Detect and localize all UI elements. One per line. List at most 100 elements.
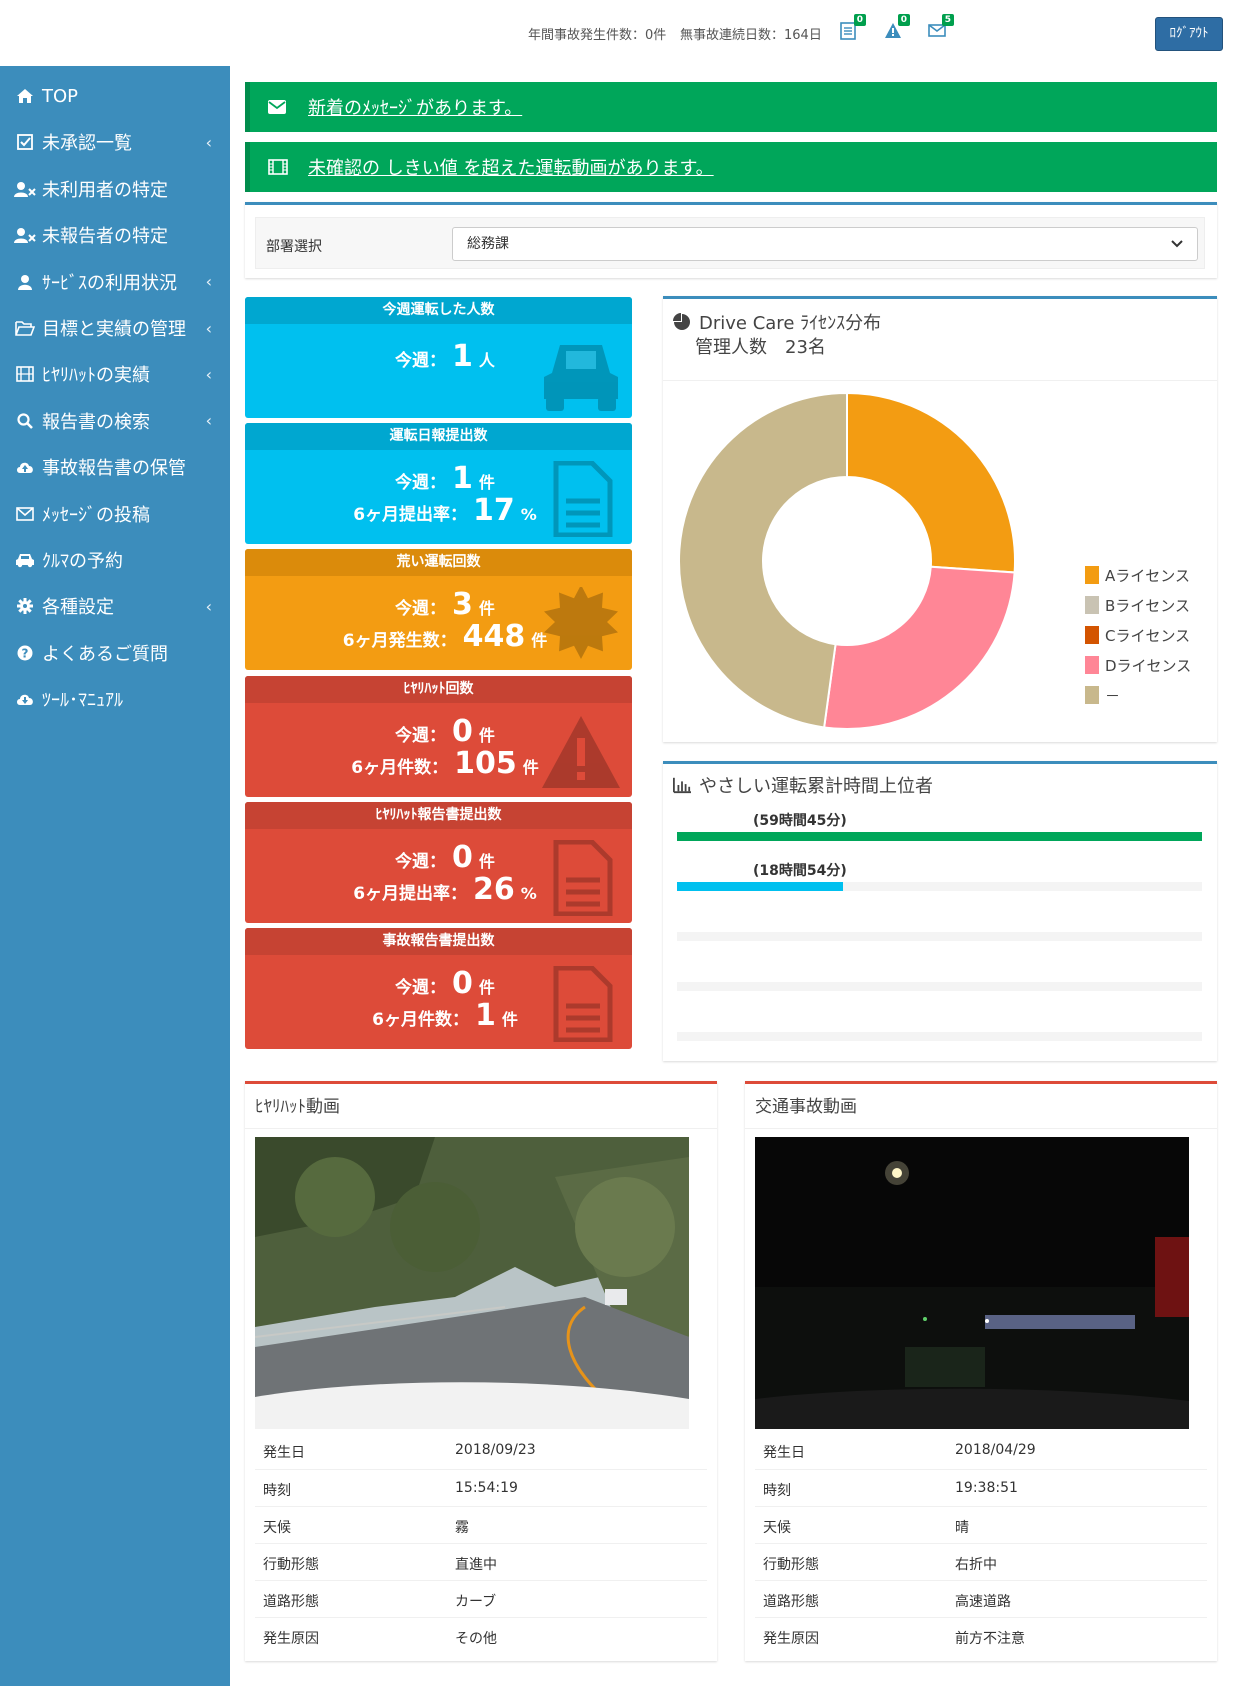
legend-swatch bbox=[1085, 596, 1099, 614]
detail-key: 発生原因 bbox=[263, 1631, 319, 1647]
near-miss-video-title: ﾋﾔﾘﾊｯﾄ動画 bbox=[255, 1097, 340, 1117]
sidebar: TOP 未承認一覧 ‹ 未利用者の特定 未報告者の特定 ｻｰﾋﾞｽの利用状況 ‹ 目標と実績の… bbox=[0, 66, 230, 1686]
sidebar-item-label: 未報告者の特定 bbox=[42, 226, 168, 248]
ranking-bar-track bbox=[677, 932, 1202, 941]
sidebar-item-7[interactable]: 報告書の検索 ‹ bbox=[0, 401, 230, 441]
department-selector-panel: 部署選択 総務課 bbox=[245, 202, 1217, 278]
search-icon bbox=[14, 410, 36, 432]
stat-weekly-label: 今週： bbox=[395, 351, 447, 371]
department-label: 部署選択 bbox=[266, 239, 322, 255]
chevron-down-icon bbox=[1171, 228, 1183, 272]
bar-chart-icon bbox=[673, 777, 691, 794]
sidebar-item-13[interactable]: ﾂｰﾙ･ﾏﾆｭｱﾙ bbox=[0, 679, 230, 719]
mail-badge: 5 bbox=[941, 14, 954, 26]
sidebar-item-2[interactable]: 未利用者の特定 bbox=[0, 169, 230, 209]
mail-notification[interactable]: 5 bbox=[928, 14, 954, 44]
chevron-left-icon: ‹ bbox=[205, 596, 212, 616]
car-icon bbox=[14, 549, 36, 571]
accident-video-panel: 交通事故動画 発生日 2018/04/29 時刻 19:38:51 天候 晴行動形態 右折中… bbox=[745, 1081, 1217, 1661]
stat-six-month-label: 6ヶ月発生数： bbox=[342, 631, 457, 652]
sidebar-item-6[interactable]: ﾋﾔﾘﾊｯﾄの実績 ‹ bbox=[0, 354, 230, 394]
logout-button[interactable]: ﾛｸﾞｱｳﾄ bbox=[1155, 17, 1223, 51]
threshold-video-link[interactable]: 未確認の しきい値 を超えた運転動画があります。 bbox=[308, 154, 714, 180]
ranking-bar-3 bbox=[677, 960, 1202, 991]
sidebar-item-label: ｸﾙﾏの予約 bbox=[42, 551, 123, 572]
ranking-bar-track bbox=[677, 982, 1202, 991]
legend-swatch bbox=[1085, 626, 1099, 644]
check-square-icon bbox=[14, 131, 36, 153]
legend-item-1[interactable]: Bライセンス bbox=[1085, 590, 1191, 620]
detail-key: 時刻 bbox=[263, 1483, 291, 1499]
legend-item-2[interactable]: Cライセンス bbox=[1085, 620, 1191, 650]
stat-box-5[interactable]: 事故報告書提出数 今週： 0 件 6ヶ月件数： 1 件 bbox=[245, 928, 632, 1049]
warning-notification[interactable]: 0 bbox=[884, 14, 910, 44]
sidebar-item-9[interactable]: ﾒｯｾｰｼﾞの投稿 bbox=[0, 494, 230, 534]
near-miss-video-panel: ﾋﾔﾘﾊｯﾄ動画 発生日 2018/09/23 時刻 15:54:19 天候 霧行動形態 直… bbox=[245, 1081, 717, 1661]
legend-item-0[interactable]: Aライセンス bbox=[1085, 560, 1191, 590]
chevron-left-icon: ‹ bbox=[205, 272, 212, 292]
threshold-video-alert[interactable]: 未確認の しきい値 を超えた運転動画があります。 bbox=[245, 142, 1217, 192]
new-message-alert[interactable]: 新着のﾒｯｾｰｼﾞがあります。 bbox=[245, 82, 1217, 132]
no-accident-days: 無事故連続日数：164日 bbox=[680, 28, 822, 43]
stat-box-1[interactable]: 運転日報提出数 今週： 1 件 6ヶ月提出率： 17% bbox=[245, 423, 632, 545]
legend-item-4[interactable]: － bbox=[1085, 680, 1191, 710]
sidebar-item-label: 未利用者の特定 bbox=[42, 179, 168, 201]
sidebar-item-0[interactable]: TOP bbox=[0, 76, 230, 116]
stat-six-month-label: 6ヶ月件数： bbox=[351, 757, 449, 778]
stat-six-month-value: 448 bbox=[462, 619, 526, 655]
detail-value: 高速道路 bbox=[955, 1594, 1011, 1610]
sidebar-item-label: ﾋﾔﾘﾊｯﾄの実績 bbox=[42, 365, 150, 387]
ranking-bar-1: (18時間54分) bbox=[677, 860, 1202, 891]
detail-row: 時刻 15:54:19 bbox=[255, 1469, 707, 1506]
detail-row: 発生原因 前方不注意 bbox=[755, 1617, 1207, 1654]
svg-text:?: ? bbox=[22, 646, 29, 660]
stat-six-month-label: 6ヶ月提出率： bbox=[353, 883, 468, 904]
legend-label: Aライセンス bbox=[1105, 566, 1190, 585]
stat-six-month-unit: % bbox=[520, 883, 537, 903]
detail-value: 晴 bbox=[955, 1520, 969, 1536]
donut-slice-0[interactable] bbox=[846, 391, 1016, 574]
detail-row: 行動形態 右折中 bbox=[755, 1543, 1207, 1580]
license-legend: Aライセンス Bライセンス Cライセンス Dライセンス － bbox=[1085, 560, 1191, 710]
detail-value: 直進中 bbox=[455, 1557, 497, 1573]
donut-slice-4[interactable] bbox=[678, 391, 848, 729]
stat-weekly-label: 今週： bbox=[395, 599, 447, 620]
ranking-bar-track bbox=[677, 882, 1202, 891]
legend-item-3[interactable]: Dライセンス bbox=[1085, 650, 1191, 680]
sidebar-item-11[interactable]: 各種設定 ‹ bbox=[0, 586, 230, 626]
annual-accident-count: 年間事故発生件数：0件 bbox=[528, 28, 667, 43]
report-badge: 0 bbox=[853, 14, 866, 26]
stat-six-month-label: 6ヶ月提出率： bbox=[353, 505, 468, 526]
report-notification[interactable]: 0 bbox=[840, 14, 866, 44]
detail-key: 発生日 bbox=[263, 1445, 305, 1461]
license-panel-title: Drive Care ﾗｲｾﾝｽ分布 bbox=[673, 309, 881, 335]
sidebar-item-1[interactable]: 未承認一覧 ‹ bbox=[0, 122, 230, 162]
legend-swatch bbox=[1085, 656, 1099, 674]
film-icon bbox=[14, 363, 36, 385]
department-selected-value: 総務課 bbox=[467, 236, 509, 252]
sidebar-item-8[interactable]: 事故報告書の保管 bbox=[0, 447, 230, 487]
envelope-icon bbox=[14, 503, 36, 525]
stat-weekly-value: 0 bbox=[452, 839, 473, 875]
stat-box-0[interactable]: 今週運転した人数 今週： 1 人 bbox=[245, 297, 632, 418]
stat-box-4[interactable]: ﾋﾔﾘﾊｯﾄ報告書提出数 今週： 0 件 6ヶ月提出率： 26% bbox=[245, 801, 632, 923]
sidebar-item-3[interactable]: 未報告者の特定 bbox=[0, 215, 230, 255]
accident-video-thumbnail[interactable] bbox=[755, 1137, 1189, 1429]
department-select[interactable]: 総務課 bbox=[452, 227, 1198, 261]
donut-slice-3[interactable] bbox=[822, 565, 1016, 730]
stat-box-title: 事故報告書提出数 bbox=[245, 928, 632, 955]
accident-video-title: 交通事故動画 bbox=[755, 1097, 857, 1117]
near-miss-video-thumbnail[interactable] bbox=[255, 1137, 689, 1429]
sidebar-item-12[interactable]: ? よくあるご質問 bbox=[0, 633, 230, 673]
stat-box-title: 運転日報提出数 bbox=[245, 423, 632, 451]
stat-weekly-label: 今週： bbox=[395, 725, 447, 746]
stat-box-2[interactable]: 荒い運転回数 今週： 3 件 6ヶ月発生数： 448 件 bbox=[245, 549, 632, 671]
stat-weekly-value: 0 bbox=[452, 966, 473, 1001]
sidebar-item-10[interactable]: ｸﾙﾏの予約 bbox=[0, 540, 230, 580]
sidebar-item-4[interactable]: ｻｰﾋﾞｽの利用状況 ‹ bbox=[0, 262, 230, 302]
stat-box-3[interactable]: ﾋﾔﾘﾊｯﾄ回数 今週： 0 件 6ヶ月件数： 105 件 bbox=[245, 675, 632, 797]
sidebar-item-label: ﾒｯｾｰｼﾞの投稿 bbox=[42, 504, 150, 526]
detail-key: 発生日 bbox=[763, 1445, 805, 1461]
sidebar-item-5[interactable]: 目標と実績の管理 ‹ bbox=[0, 308, 230, 348]
new-message-link[interactable]: 新着のﾒｯｾｰｼﾞがあります。 bbox=[308, 94, 522, 120]
